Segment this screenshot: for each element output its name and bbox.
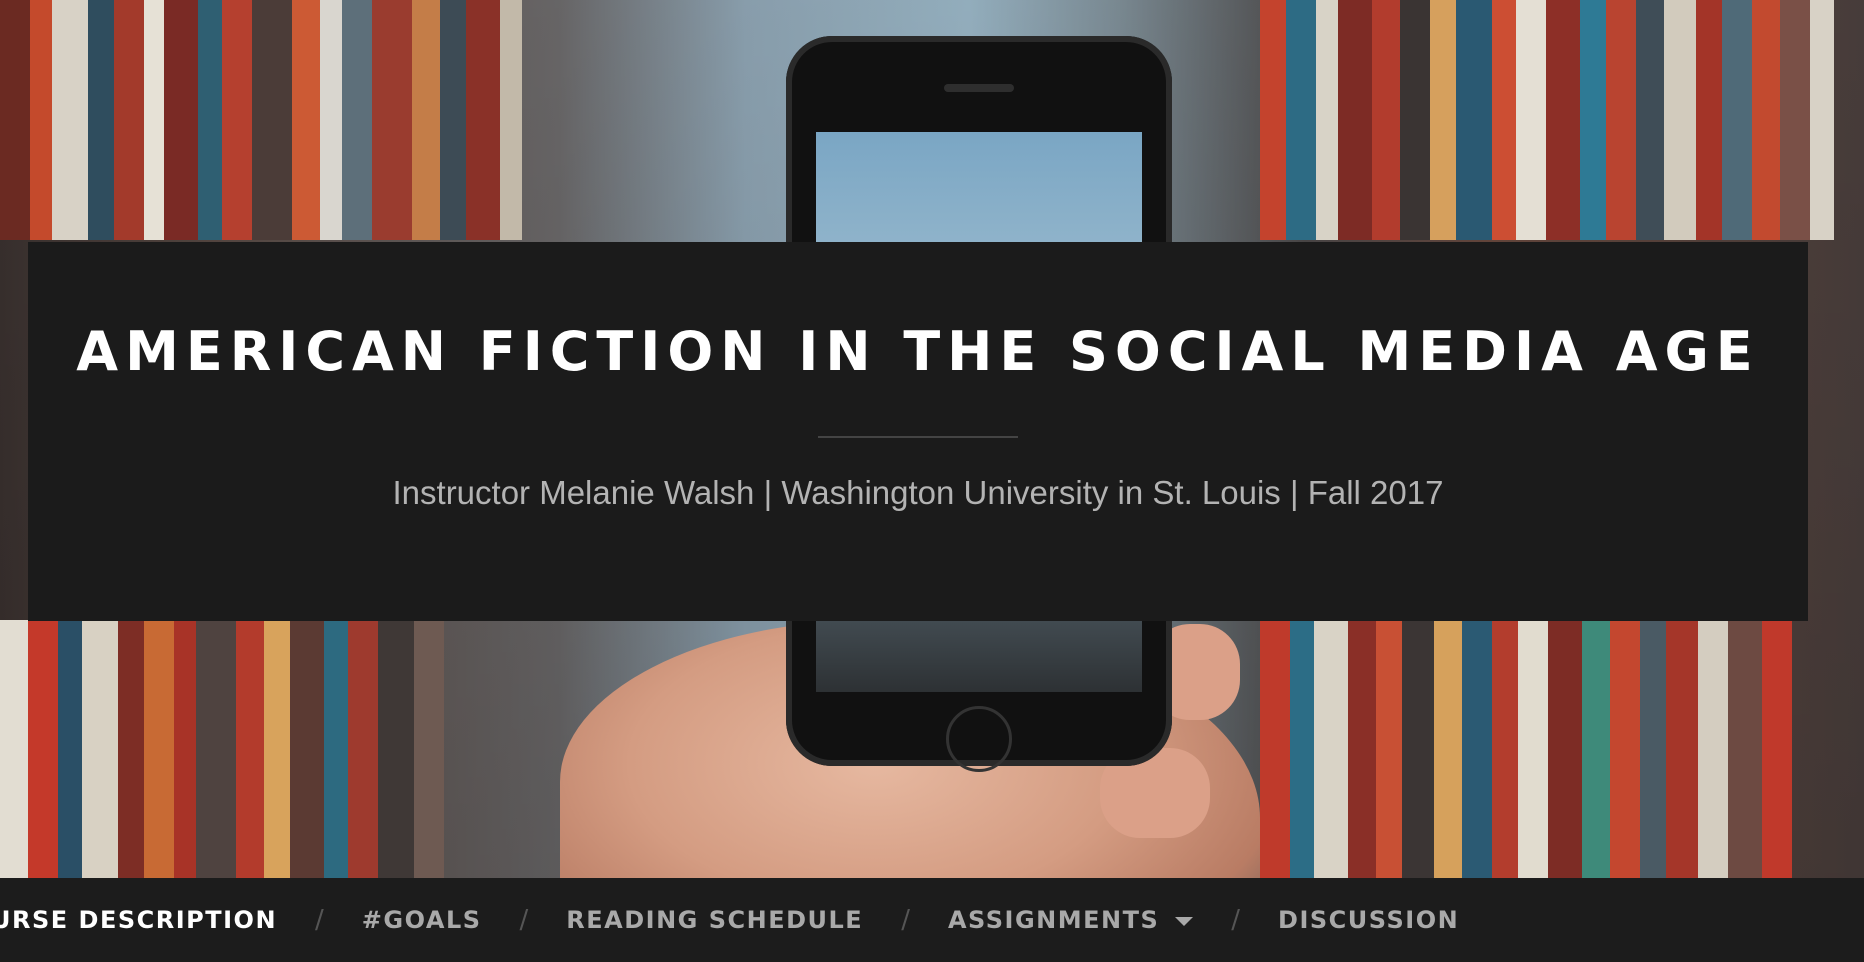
nav-item-reading-schedule[interactable]: READING SCHEDULE bbox=[566, 906, 863, 934]
bookshelf-right bbox=[1260, 0, 1834, 240]
site-branding: AMERICAN FICTION IN THE SOCIAL MEDIA AGE… bbox=[28, 242, 1808, 621]
nav-separator: / bbox=[315, 905, 324, 935]
phone-home-button-icon bbox=[946, 706, 1012, 772]
bookshelf-right-lower bbox=[1260, 620, 1792, 878]
bookshelf-left-lower bbox=[0, 620, 444, 878]
bookshelf-left bbox=[0, 0, 522, 240]
primary-navigation: COURSE DESCRIPTION / #GOALS / READING SC… bbox=[0, 878, 1864, 962]
nav-item-assignments-label: ASSIGNMENTS bbox=[947, 906, 1160, 934]
nav-item-assignments[interactable]: ASSIGNMENTS bbox=[947, 906, 1194, 934]
nav-item-discussion[interactable]: DISCUSSION bbox=[1278, 906, 1459, 934]
site-title[interactable]: AMERICAN FICTION IN THE SOCIAL MEDIA AGE bbox=[28, 320, 1808, 383]
nav-separator: / bbox=[519, 905, 529, 935]
site-description: Instructor Melanie Walsh | Washington Un… bbox=[392, 474, 1444, 511]
nav-separator: / bbox=[1231, 905, 1241, 935]
nav-menu: COURSE DESCRIPTION / #GOALS / READING SC… bbox=[0, 878, 1459, 962]
nav-separator: / bbox=[901, 905, 910, 935]
phone-speaker bbox=[944, 84, 1014, 92]
title-divider bbox=[818, 436, 1018, 438]
chevron-down-icon[interactable] bbox=[1175, 916, 1194, 926]
nav-item-goals[interactable]: #GOALS bbox=[362, 906, 482, 934]
nav-item-course-description[interactable]: COURSE DESCRIPTION bbox=[0, 906, 277, 934]
